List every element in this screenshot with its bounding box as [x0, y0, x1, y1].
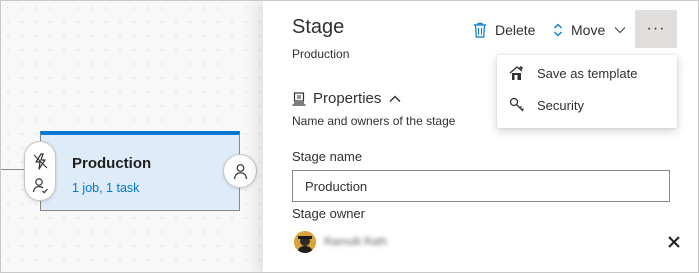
pre-deployment-conditions[interactable] — [24, 141, 56, 201]
properties-icon — [292, 91, 306, 106]
delete-label: Delete — [495, 22, 536, 38]
pre-approval-user-icon[interactable] — [32, 177, 49, 194]
release-pipeline-editor: Production 1 job, 1 task Stage Productio… — [0, 0, 699, 273]
stage-owner-name: Ramulli Rath — [324, 236, 387, 248]
stage-name-label: Stage name — [292, 149, 363, 164]
stage-card-title: Production — [72, 155, 152, 172]
stage-name-input[interactable] — [292, 170, 670, 202]
move-label: Move — [571, 22, 606, 38]
stage-owner-label: Stage owner — [292, 206, 365, 221]
more-actions-button[interactable]: ··· — [635, 10, 677, 48]
menu-item-label: Security — [537, 97, 584, 113]
panel-title: Stage — [292, 16, 345, 38]
properties-description: Name and owners of the stage — [292, 114, 456, 128]
avatar — [294, 231, 316, 253]
move-button[interactable]: Move — [553, 17, 626, 43]
post-deployment-conditions-button[interactable] — [223, 154, 257, 188]
move-arrows-icon — [554, 23, 562, 37]
clear-owner-icon[interactable] — [665, 233, 683, 251]
stage-owner-picker[interactable]: Ramulli Rath — [292, 227, 683, 257]
artifact-connector — [1, 169, 25, 170]
chevron-up-icon — [389, 95, 401, 102]
panel-subtitle: Production — [292, 47, 350, 61]
pipeline-canvas: Production 1 job, 1 task — [1, 1, 263, 272]
save-template-icon — [509, 66, 523, 80]
key-icon — [509, 97, 524, 112]
menu-item-label: Save as template — [537, 65, 638, 81]
properties-section-toggle[interactable]: Properties — [292, 90, 401, 107]
stage-card[interactable]: Production 1 job, 1 task — [40, 131, 240, 211]
menu-item-save-as-template[interactable]: Save as template — [497, 57, 677, 89]
delete-button[interactable]: Delete — [473, 17, 535, 43]
trigger-lightning-icon[interactable] — [32, 153, 49, 170]
more-actions-menu: Save as template Security — [497, 55, 677, 128]
menu-item-security[interactable]: Security — [497, 89, 677, 121]
chevron-down-icon — [614, 27, 626, 34]
stage-card-summary[interactable]: 1 job, 1 task — [72, 181, 139, 195]
trash-icon — [474, 22, 486, 38]
post-approval-user-icon — [233, 164, 248, 180]
properties-heading: Properties — [313, 90, 382, 107]
stage-properties-panel: Stage Production Delete Move ··· Propert… — [263, 1, 698, 272]
